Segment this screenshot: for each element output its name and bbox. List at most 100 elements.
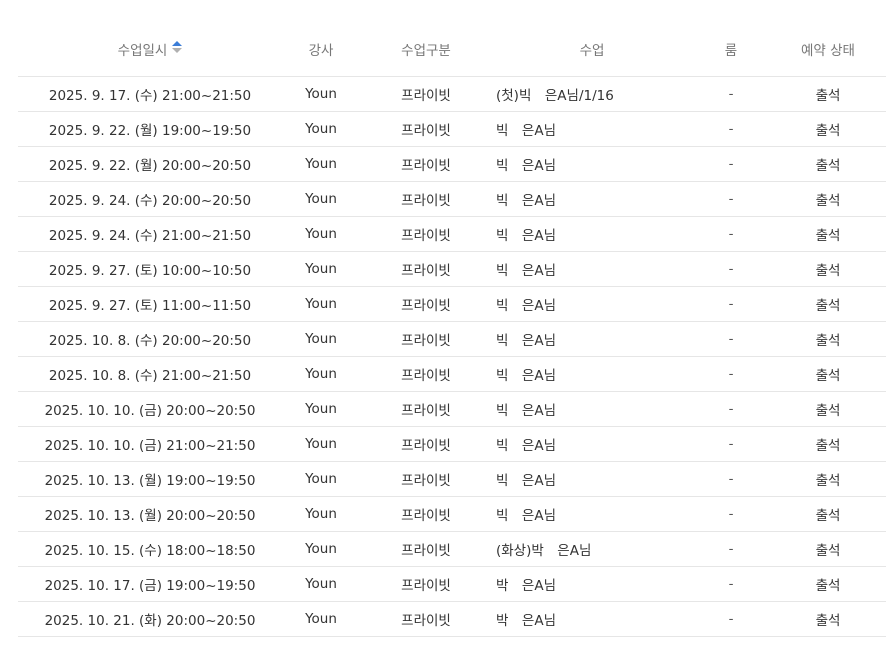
cell-status: 출석 (770, 391, 886, 427)
cell-type: 프라이빗 (360, 601, 492, 637)
cell-class: 빅 은A님 (492, 496, 692, 532)
table-row[interactable]: 2025. 10. 13. (월) 20:00~20:50 Youn 프라이빗 빅 은… (18, 496, 886, 532)
cell-class: (화상)박 은A님 (492, 531, 692, 567)
cell-type: 프라이빗 (360, 531, 492, 567)
table-body: 2025. 9. 17. (수) 21:00~21:50 Youn 프라이빗 (첫)빅… (18, 76, 886, 637)
cell-room: - (692, 111, 770, 147)
cell-class: 빅 은A님 (492, 216, 692, 252)
cell-type: 프라이빗 (360, 426, 492, 462)
cell-instructor: Youn (282, 601, 360, 637)
table-row[interactable]: 2025. 9. 24. (수) 20:00~20:50 Youn 프라이빗 빅 은A… (18, 181, 886, 217)
cell-class: 빅 은A님 (492, 146, 692, 182)
table-row[interactable]: 2025. 9. 27. (토) 10:00~10:50 Youn 프라이빗 빅 은A… (18, 251, 886, 287)
column-header-room: 룸 (692, 22, 770, 77)
cell-class: 빅 은A님 (492, 251, 692, 287)
cell-status: 출석 (770, 461, 886, 497)
cell-status: 출석 (770, 321, 886, 357)
column-header-date-label: 수업일시 (117, 43, 168, 59)
cell-date: 2025. 10. 17. (금) 19:00~19:50 (18, 566, 282, 602)
cell-instructor: Youn (282, 216, 360, 252)
cell-date: 2025. 10. 15. (수) 18:00~18:50 (18, 531, 282, 567)
cell-room: - (692, 181, 770, 217)
cell-class: 빅 은A님 (492, 181, 692, 217)
table-row[interactable]: 2025. 10. 10. (금) 20:00~20:50 Youn 프라이빗 빅 은… (18, 391, 886, 427)
cell-date: 2025. 9. 27. (토) 10:00~10:50 (18, 251, 282, 287)
cell-room: - (692, 286, 770, 322)
cell-type: 프라이빗 (360, 321, 492, 357)
cell-status: 출석 (770, 496, 886, 532)
table-row[interactable]: 2025. 9. 27. (토) 11:00~11:50 Youn 프라이빗 빅 은A… (18, 286, 886, 322)
cell-status: 출석 (770, 566, 886, 602)
table-row[interactable]: 2025. 9. 24. (수) 21:00~21:50 Youn 프라이빗 빅 은A… (18, 216, 886, 252)
cell-type: 프라이빗 (360, 76, 492, 112)
cell-class: 박 은A님 (492, 566, 692, 602)
cell-instructor: Youn (282, 531, 360, 567)
column-header-status: 예약 상태 (770, 22, 886, 77)
cell-instructor: Youn (282, 321, 360, 357)
cell-room: - (692, 531, 770, 567)
cell-class: 빅 은A님 (492, 286, 692, 322)
cell-instructor: Youn (282, 146, 360, 182)
cell-type: 프라이빗 (360, 391, 492, 427)
cell-status: 출석 (770, 216, 886, 252)
cell-room: - (692, 496, 770, 532)
sort-asc-icon[interactable] (172, 41, 183, 53)
cell-date: 2025. 9. 22. (월) 20:00~20:50 (18, 146, 282, 182)
table-row[interactable]: 2025. 10. 15. (수) 18:00~18:50 Youn 프라이빗 (화상… (18, 531, 886, 567)
cell-class: 박 은A님 (492, 601, 692, 637)
cell-status: 출석 (770, 531, 886, 567)
cell-room: - (692, 216, 770, 252)
header-row: 수업일시 강사 수업구분 수업 룸 예약 상태 (18, 22, 886, 77)
table-row[interactable]: 2025. 10. 17. (금) 19:00~19:50 Youn 프라이빗 박 은… (18, 566, 886, 602)
cell-type: 프라이빗 (360, 286, 492, 322)
cell-date: 2025. 10. 8. (수) 21:00~21:50 (18, 356, 282, 392)
cell-date: 2025. 9. 24. (수) 20:00~20:50 (18, 181, 282, 217)
cell-class: 빅 은A님 (492, 426, 692, 462)
cell-date: 2025. 9. 27. (토) 11:00~11:50 (18, 286, 282, 322)
cell-status: 출석 (770, 426, 886, 462)
cell-room: - (692, 76, 770, 112)
table-row[interactable]: 2025. 9. 17. (수) 21:00~21:50 Youn 프라이빗 (첫)빅… (18, 76, 886, 112)
cell-type: 프라이빗 (360, 461, 492, 497)
cell-instructor: Youn (282, 391, 360, 427)
cell-room: - (692, 426, 770, 462)
cell-instructor: Youn (282, 566, 360, 602)
cell-instructor: Youn (282, 251, 360, 287)
reservation-table: 수업일시 강사 수업구분 수업 룸 예약 상태 2025. 9. 17. (수)… (18, 22, 886, 637)
table-header: 수업일시 강사 수업구분 수업 룸 예약 상태 (18, 22, 886, 77)
table-row[interactable]: 2025. 10. 8. (수) 21:00~21:50 Youn 프라이빗 빅 은A… (18, 356, 886, 392)
cell-class: 빅 은A님 (492, 391, 692, 427)
cell-room: - (692, 461, 770, 497)
cell-status: 출석 (770, 286, 886, 322)
cell-date: 2025. 10. 10. (금) 20:00~20:50 (18, 391, 282, 427)
table-row[interactable]: 2025. 10. 10. (금) 21:00~21:50 Youn 프라이빗 빅 은… (18, 426, 886, 462)
cell-date: 2025. 10. 8. (수) 20:00~20:50 (18, 321, 282, 357)
table-row[interactable]: 2025. 10. 21. (화) 20:00~20:50 Youn 프라이빗 박 은… (18, 601, 886, 637)
cell-instructor: Youn (282, 356, 360, 392)
reservation-history-panel: 수업일시 강사 수업구분 수업 룸 예약 상태 2025. 9. 17. (수)… (0, 0, 896, 649)
cell-instructor: Youn (282, 286, 360, 322)
cell-type: 프라이빗 (360, 216, 492, 252)
cell-room: - (692, 146, 770, 182)
column-header-class: 수업 (492, 22, 692, 77)
cell-class: 빅 은A님 (492, 111, 692, 147)
cell-type: 프라이빗 (360, 356, 492, 392)
cell-date: 2025. 9. 24. (수) 21:00~21:50 (18, 216, 282, 252)
column-header-date[interactable]: 수업일시 (18, 22, 282, 77)
cell-date: 2025. 10. 21. (화) 20:00~20:50 (18, 601, 282, 637)
table-row[interactable]: 2025. 10. 8. (수) 20:00~20:50 Youn 프라이빗 빅 은A… (18, 321, 886, 357)
table-row[interactable]: 2025. 10. 13. (월) 19:00~19:50 Youn 프라이빗 빅 은… (18, 461, 886, 497)
cell-status: 출석 (770, 601, 886, 637)
cell-class: 빅 은A님 (492, 461, 692, 497)
cell-status: 출석 (770, 181, 886, 217)
cell-type: 프라이빗 (360, 251, 492, 287)
column-header-type: 수업구분 (360, 22, 492, 77)
cell-class: (첫)빅 은A님/1/16 (492, 76, 692, 112)
table-row[interactable]: 2025. 9. 22. (월) 20:00~20:50 Youn 프라이빗 빅 은A… (18, 146, 886, 182)
cell-date: 2025. 10. 13. (월) 20:00~20:50 (18, 496, 282, 532)
cell-date: 2025. 9. 22. (월) 19:00~19:50 (18, 111, 282, 147)
cell-room: - (692, 251, 770, 287)
cell-instructor: Youn (282, 496, 360, 532)
table-row[interactable]: 2025. 9. 22. (월) 19:00~19:50 Youn 프라이빗 빅 은A… (18, 111, 886, 147)
cell-room: - (692, 356, 770, 392)
